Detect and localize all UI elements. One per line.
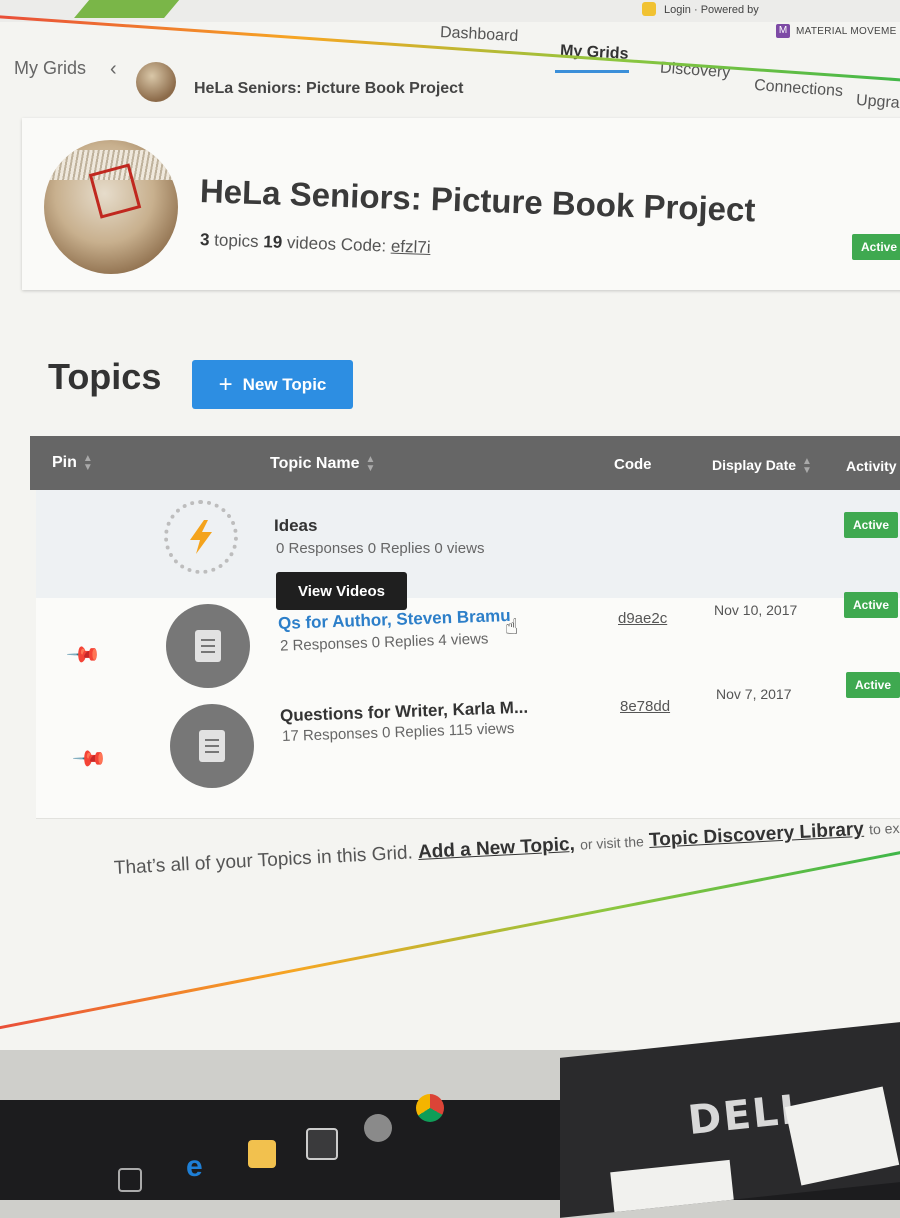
chevron-left-icon[interactable]: ‹ <box>110 58 117 81</box>
lightning-icon <box>190 520 212 554</box>
document-icon <box>199 730 225 762</box>
sort-icon[interactable]: ▲ ▼ <box>802 457 812 476</box>
footer-text-before: That’s all of your Topics in this Grid. <box>113 842 414 879</box>
topic-code-link[interactable]: d9ae2c <box>618 610 667 627</box>
topic-stats: 0 Responses 0 Replies 0 views <box>276 540 485 557</box>
view-videos-tooltip[interactable]: View Videos <box>276 572 407 610</box>
breadcrumb-my-grids[interactable]: My Grids <box>14 58 86 79</box>
edge-icon[interactable]: e <box>186 1150 214 1183</box>
topic-code-link[interactable]: 8e78dd <box>620 698 670 715</box>
topics-count: 3 <box>199 230 210 250</box>
topic-avatar[interactable] <box>166 604 250 688</box>
topics-heading: Topics <box>48 356 162 397</box>
file-explorer-icon[interactable] <box>248 1140 276 1168</box>
login-powered-text[interactable]: Login · Powered by <box>664 4 759 16</box>
nav-upgrade[interactable]: Upgrade <box>855 92 900 114</box>
topic-discovery-library-link[interactable]: Topic Discovery Library <box>649 819 865 851</box>
add-new-topic-link[interactable]: Add a New Topic, <box>418 834 576 863</box>
topic-status-badge[interactable]: Active <box>846 672 900 698</box>
new-topic-button[interactable]: + New Topic <box>192 360 353 409</box>
grid-cover-image <box>44 140 178 274</box>
footer-message: That’s all of your Topics in this Grid. … <box>113 814 900 880</box>
grid-code-link[interactable]: efzl7i <box>391 237 431 257</box>
document-icon <box>195 630 221 662</box>
column-display-date[interactable]: Display Date ▲ ▼ <box>712 457 812 476</box>
topic-status-badge[interactable]: Active <box>844 512 899 538</box>
plus-icon: + <box>218 370 233 398</box>
hand-cursor-icon: ☝ <box>505 614 519 639</box>
ideas-topic-avatar[interactable] <box>164 500 238 574</box>
grid-status-badge[interactable]: Active <box>852 234 900 260</box>
column-topic-name-label: Topic Name <box>270 455 360 473</box>
topic-avatar[interactable] <box>170 704 254 788</box>
column-pin[interactable]: Pin ▲ ▼ <box>52 454 93 473</box>
new-topic-label: New Topic <box>242 374 327 394</box>
column-activity: Activity <box>846 458 897 474</box>
column-topic-name[interactable]: Topic Name ▲ ▼ <box>270 455 376 474</box>
topic-name[interactable]: Ideas <box>274 516 317 536</box>
nav-active-indicator <box>555 70 629 73</box>
browser-screen: Login · Powered by M MATERIAL MOVEME Das… <box>0 0 900 1050</box>
store-icon[interactable] <box>306 1128 338 1160</box>
breadcrumb-current: HeLa Seniors: Picture Book Project <box>194 80 464 97</box>
footer-text-after: to explore Topi <box>868 817 900 838</box>
extension-icon[interactable] <box>642 2 656 16</box>
videos-count: 19 <box>263 232 283 252</box>
sort-icon[interactable]: ▲ ▼ <box>83 454 93 473</box>
column-display-date-label: Display Date <box>712 457 797 473</box>
bookmark-label[interactable]: MATERIAL MOVEME <box>796 26 897 37</box>
topics-label: topics <box>213 230 259 252</box>
column-pin-label: Pin <box>52 454 77 472</box>
topic-display-date: Nov 7, 2017 <box>716 686 792 702</box>
bookmark-icon[interactable]: M <box>776 24 790 38</box>
code-label: Code: <box>340 234 387 256</box>
app-icon[interactable] <box>364 1114 392 1142</box>
footer-text-middle: or visit the <box>579 833 645 853</box>
videos-label: videos <box>286 233 337 254</box>
column-code[interactable]: Code <box>614 456 652 473</box>
topic-display-date: Nov 10, 2017 <box>714 602 798 618</box>
nav-connections[interactable]: Connections <box>753 77 844 101</box>
chrome-icon[interactable] <box>416 1094 444 1122</box>
breadcrumb-grid-thumbnail <box>136 62 176 102</box>
topic-status-badge[interactable]: Active <box>844 592 899 618</box>
nav-dashboard[interactable]: Dashboard <box>440 24 519 46</box>
sort-icon[interactable]: ▲ ▼ <box>366 455 376 474</box>
task-view-icon[interactable] <box>118 1168 142 1192</box>
